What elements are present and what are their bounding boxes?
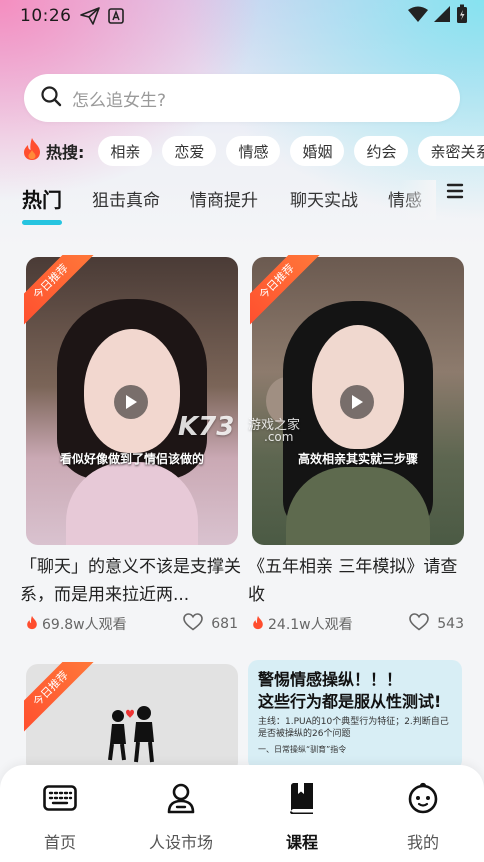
app-a-icon [107, 8, 124, 24]
hot-tag-chip[interactable]: 亲密关系 [418, 136, 484, 166]
like-count: 681 [211, 616, 238, 632]
recommend-badge: 今日推荐 [24, 255, 96, 327]
fire-icon [22, 137, 42, 165]
video-card[interactable]: 看似好像做到了情侣该做的 今日推荐 「聊天」的意义不该是支撑关系，而是用来拉近两… [20, 255, 241, 637]
nav-label: 我的 [406, 833, 439, 852]
paper-plane-icon [79, 7, 100, 25]
book-icon [257, 781, 347, 815]
face-icon [378, 781, 468, 815]
nav-home[interactable]: 首页 [15, 781, 105, 853]
search-bar[interactable]: 怎么追女生? [24, 74, 460, 122]
hot-search-label: 热搜: [46, 143, 85, 162]
wifi-icon [408, 6, 428, 27]
status-bar: 10:26 [0, 0, 484, 32]
heart-icon [409, 613, 430, 635]
hot-tag-chip[interactable]: 恋爱 [162, 136, 217, 166]
status-time: 10:26 [20, 6, 72, 26]
active-tab-indicator [22, 220, 62, 225]
nav-persona-market[interactable]: 人设市场 [136, 781, 226, 853]
video-meta: 24.1w人观看 543 [252, 613, 464, 635]
fire-icon [252, 615, 264, 634]
bottom-navigation: 首页 人设市场 课程 我的 [0, 765, 484, 862]
hot-tag-chip[interactable]: 相亲 [98, 136, 153, 166]
like-count: 543 [437, 616, 464, 632]
nav-courses[interactable]: 课程 [257, 781, 347, 853]
article-heading-2: 这些行为都是服从性测试! [258, 692, 442, 711]
video-caption: 看似好像做到了情侣该做的 [59, 452, 204, 466]
view-count: 24.1w人观看 [268, 617, 353, 633]
video-title[interactable]: 《五年相亲 三年模拟》请查收 [248, 553, 470, 609]
keyboard-icon [15, 781, 105, 815]
recommend-badge: 今日推荐 [250, 255, 322, 327]
search-icon [40, 85, 62, 111]
video-meta: 69.8w人观看 681 [26, 613, 238, 635]
nav-label: 人设市场 [148, 833, 213, 852]
article-thumbnail[interactable]: 警惕情感操纵！！！ 这些行为都是服从性测试! 主线：1.PUA的10个典型行为特… [248, 660, 462, 770]
article-body-2: 是否被操纵的26个问题 [258, 729, 351, 739]
hot-tag-chip[interactable]: 约会 [354, 136, 409, 166]
nav-label: 首页 [43, 833, 76, 852]
like-button[interactable]: 681 [183, 613, 238, 635]
like-button[interactable]: 543 [409, 613, 464, 635]
heart-icon [183, 613, 204, 635]
article-heading: 警惕情感操纵！！！ [258, 670, 403, 689]
nav-mine[interactable]: 我的 [378, 781, 468, 853]
tab-chat[interactable]: 聊天实战 [290, 186, 358, 211]
tab-eq[interactable]: 情商提升 [190, 186, 258, 211]
video-caption: 高效相亲其实就三步骤 [297, 452, 418, 466]
couple-illustration [104, 704, 160, 768]
signal-icon [434, 5, 450, 27]
play-button[interactable] [340, 385, 374, 419]
video-card[interactable]: 警惕情感操纵！！！ 这些行为都是服从性测试! 主线：1.PUA的10个典型行为特… [248, 660, 462, 770]
category-tabs: 热门 狙击真命 情商提升 聊天实战 情感 [0, 180, 484, 228]
tab-snipe[interactable]: 狙击真命 [92, 186, 160, 211]
video-title[interactable]: 「聊天」的意义不该是支撑关系，而是用来拉近两... [20, 553, 242, 609]
hot-tag-chip[interactable]: 情感 [226, 136, 281, 166]
video-card[interactable]: 高效相亲其实就三步骤 今日推荐 《五年相亲 三年模拟》请查收 24.1w人观看 … [248, 255, 464, 637]
hot-tag-chip[interactable]: 婚姻 [290, 136, 345, 166]
person-icon [136, 781, 226, 815]
view-count: 69.8w人观看 [42, 617, 127, 633]
menu-icon[interactable] [446, 182, 464, 200]
article-section: 一、日常操纵“驯育”指令 [258, 745, 347, 754]
watermark: K73 游戏之家 .com [178, 412, 300, 444]
recommend-badge: 今日推荐 [24, 662, 96, 734]
nav-label: 课程 [285, 833, 318, 852]
battery-icon [456, 4, 468, 29]
watermark-url: .com [264, 430, 294, 444]
fire-icon [26, 615, 38, 634]
play-button[interactable] [114, 385, 148, 419]
watermark-brand: K73 [178, 412, 235, 442]
hot-search-row: 热搜: 相亲 恋爱 情感 婚姻 约会 亲密关系 [22, 135, 484, 167]
tab-hot[interactable]: 热门 [22, 184, 62, 213]
tab-fade [400, 180, 436, 220]
video-card[interactable]: 今日推荐 [24, 662, 238, 774]
search-placeholder: 怎么追女生? [72, 90, 167, 111]
